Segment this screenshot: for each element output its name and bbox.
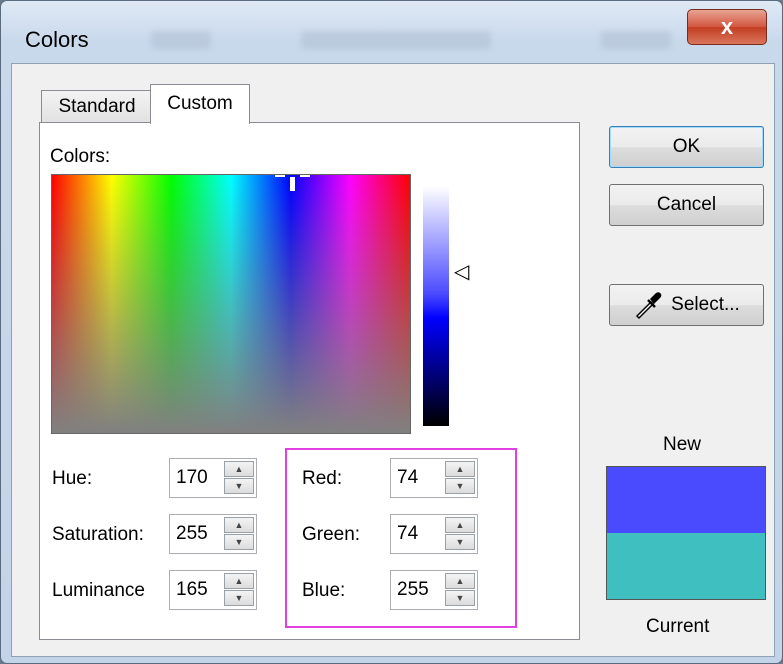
background-ghost: [301, 31, 491, 49]
spin-up-icon[interactable]: ▲: [445, 573, 475, 589]
spin-up-icon[interactable]: ▲: [445, 461, 475, 477]
crosshair-icon: [275, 175, 285, 177]
current-label: Current: [646, 616, 710, 637]
luminance-spin-buttons: ▲ ▼: [224, 573, 254, 607]
blue-spin-buttons: ▲ ▼: [445, 573, 475, 607]
luminance-arrow-icon[interactable]: ◁: [454, 259, 469, 284]
spin-down-icon[interactable]: ▼: [445, 478, 475, 494]
spin-up-icon[interactable]: ▲: [224, 461, 254, 477]
hue-input[interactable]: 170: [176, 467, 208, 489]
background-ghost: [151, 31, 211, 49]
title-bar: Colors x: [1, 1, 782, 65]
colors-label: Colors:: [50, 146, 111, 167]
select-label: Select...: [671, 294, 740, 315]
spin-down-icon[interactable]: ▼: [224, 590, 254, 606]
red-spin-buttons: ▲ ▼: [445, 461, 475, 495]
red-spinbox[interactable]: 74 ▲ ▼: [390, 458, 478, 498]
red-label: Red:: [302, 468, 343, 489]
background-ghost: [601, 31, 671, 49]
spin-up-icon[interactable]: ▲: [224, 517, 254, 533]
spin-down-icon[interactable]: ▼: [445, 590, 475, 606]
close-icon: x: [720, 14, 734, 39]
saturation-input[interactable]: 255: [176, 523, 208, 545]
green-spin-buttons: ▲ ▼: [445, 517, 475, 551]
select-button[interactable]: Select...: [609, 284, 764, 326]
cancel-button[interactable]: Cancel: [609, 184, 764, 226]
ok-button[interactable]: OK: [609, 126, 764, 168]
dialog-client-area: Standard Custom Colors: ◁ Hue: 170 ▲ ▼ S…: [11, 63, 775, 657]
blue-input[interactable]: 255: [397, 579, 429, 601]
dialog-title: Colors: [25, 27, 89, 52]
spin-up-icon[interactable]: ▲: [224, 573, 254, 589]
green-input[interactable]: 74: [397, 523, 418, 545]
saturation-spinbox[interactable]: 255 ▲ ▼: [169, 514, 257, 554]
red-input[interactable]: 74: [397, 467, 418, 489]
color-spectrum[interactable]: [51, 174, 411, 434]
blue-spinbox[interactable]: 255 ▲ ▼: [390, 570, 478, 610]
hue-label: Hue:: [52, 468, 93, 489]
color-preview: [606, 466, 766, 600]
luminance-slider[interactable]: [423, 186, 449, 426]
spin-down-icon[interactable]: ▼: [445, 534, 475, 550]
saturation-label: Saturation:: [52, 524, 144, 545]
close-button[interactable]: x: [687, 9, 767, 45]
eyedropper-icon: [636, 292, 662, 320]
hue-spin-buttons: ▲ ▼: [224, 461, 254, 495]
luminance-spinbox[interactable]: 165 ▲ ▼: [169, 570, 257, 610]
new-color-swatch: [607, 467, 765, 533]
crosshair-icon: [300, 175, 310, 177]
luminance-input[interactable]: 165: [176, 579, 208, 601]
luminance-label: Luminance: [52, 580, 145, 601]
spin-down-icon[interactable]: ▼: [224, 534, 254, 550]
tab-custom[interactable]: Custom: [150, 84, 250, 124]
crosshair-icon: [290, 177, 295, 191]
green-spinbox[interactable]: 74 ▲ ▼: [390, 514, 478, 554]
current-color-swatch: [607, 533, 765, 599]
hue-spinbox[interactable]: 170 ▲ ▼: [169, 458, 257, 498]
blue-label: Blue:: [302, 580, 346, 601]
new-label: New: [663, 434, 702, 455]
tab-standard[interactable]: Standard: [41, 90, 153, 122]
green-label: Green:: [302, 524, 361, 545]
spin-up-icon[interactable]: ▲: [445, 517, 475, 533]
colors-dialog: Colors x Standard Custom Colors: ◁ Hue: …: [0, 0, 783, 664]
spin-down-icon[interactable]: ▼: [224, 478, 254, 494]
saturation-spin-buttons: ▲ ▼: [224, 517, 254, 551]
